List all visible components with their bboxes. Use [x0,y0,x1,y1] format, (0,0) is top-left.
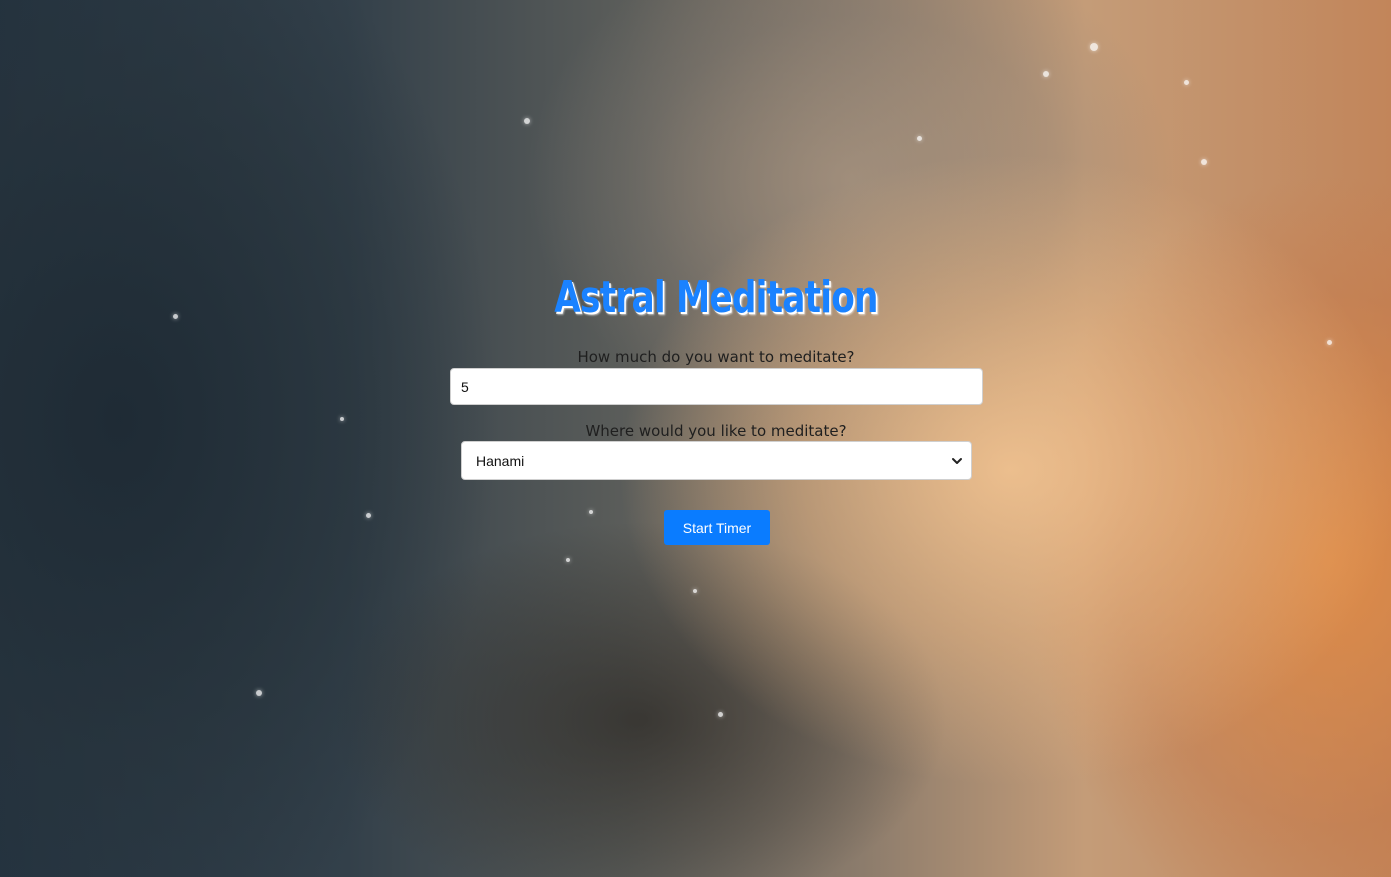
duration-label: How much do you want to meditate? [577,348,855,366]
main-content: Astral Meditation How much do you want t… [0,0,1391,877]
page-title: Astral Meditation [554,272,878,323]
location-select[interactable]: Hanami [461,441,972,480]
location-selected-value: Hanami [476,452,525,469]
start-timer-button[interactable]: Start Timer [664,510,770,545]
duration-input[interactable] [450,368,983,405]
location-label: Where would you like to meditate? [585,422,847,440]
chevron-down-icon [952,457,962,464]
